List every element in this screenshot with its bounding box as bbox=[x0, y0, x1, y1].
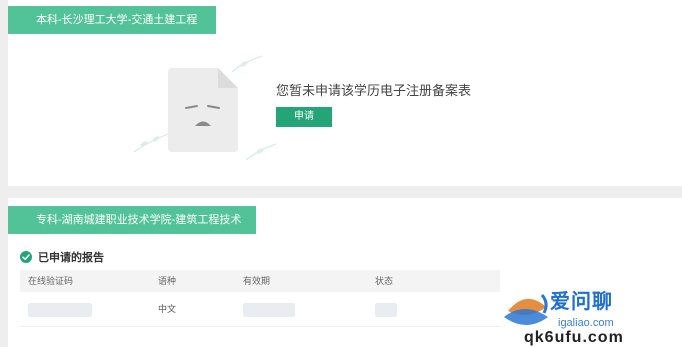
watermark-bottom-text: qk6ufu.com bbox=[524, 329, 624, 346]
table-row[interactable]: 中文 bbox=[20, 292, 500, 327]
section-header: 已申请的报告 bbox=[20, 250, 104, 264]
verification-code-cell bbox=[20, 292, 158, 326]
table-header: 在线验证码 语种 有效期 状态 bbox=[20, 270, 500, 292]
column-header-code: 在线验证码 bbox=[28, 276, 74, 286]
apply-button[interactable]: 申请 bbox=[276, 107, 332, 127]
watermark-brand: 爱问聊 bbox=[550, 291, 613, 313]
status-cell bbox=[375, 292, 500, 326]
site-watermark: 爱问聊 igaliao.com qk6ufu.com bbox=[502, 277, 674, 347]
empty-document-icon bbox=[166, 68, 240, 152]
leaf-decoration-icon bbox=[245, 143, 277, 161]
column-header-status: 状态 bbox=[375, 276, 394, 286]
redacted-value bbox=[243, 302, 295, 317]
record-banner: 本科-长沙理工大学-交通土建工程 bbox=[8, 6, 216, 34]
empty-state-message: 您暂未申请该学历电子注册备案表 bbox=[276, 83, 472, 98]
redacted-value bbox=[375, 302, 397, 317]
redacted-value bbox=[28, 302, 92, 317]
language-cell: 中文 bbox=[158, 304, 177, 314]
report-table: 在线验证码 语种 有效期 状态 中文 bbox=[20, 270, 500, 327]
check-circle-icon bbox=[20, 251, 32, 263]
column-header-validity: 有效期 bbox=[243, 276, 271, 286]
record-banner: 专科-湖南城建职业技术学院-建筑工程技术 bbox=[8, 206, 256, 234]
section-title: 已申请的报告 bbox=[38, 252, 104, 264]
validity-cell bbox=[243, 292, 375, 326]
education-record-card-1: 本科-长沙理工大学-交通土建工程 您暂未申请该学历电子注册备案表 申请 bbox=[8, 0, 682, 186]
column-header-language: 语种 bbox=[158, 276, 177, 286]
watermark-domain: igaliao.com bbox=[558, 317, 614, 329]
